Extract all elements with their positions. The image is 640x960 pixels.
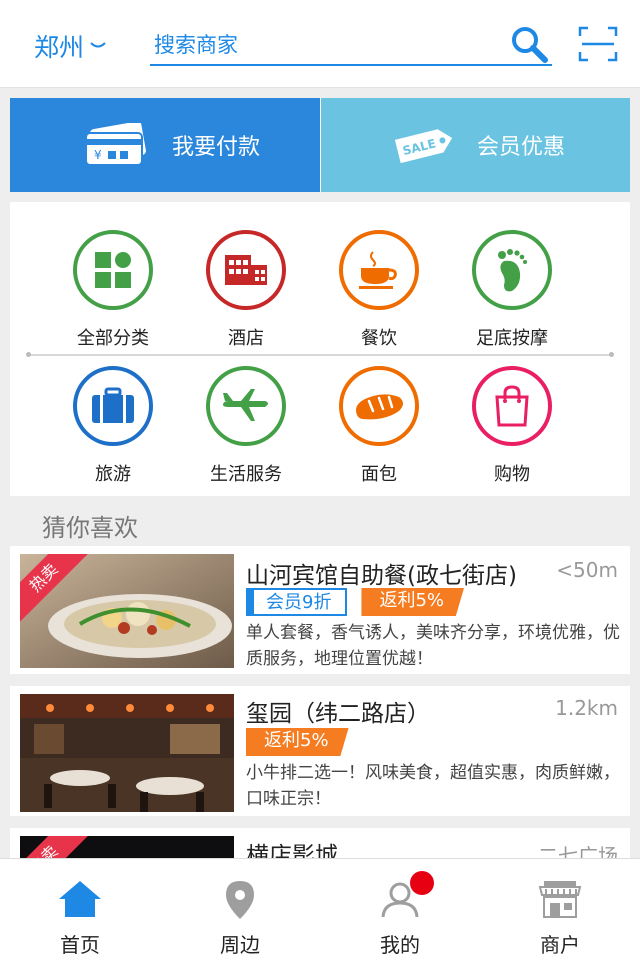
category-hotel[interactable]: 酒店 (181, 230, 311, 350)
category-label: 旅游 (95, 464, 131, 485)
list-item[interactable]: 玺园（纬二路店） 1.2km 返利5% 小牛排二选一！风味美食，超值实惠，肉质鲜… (10, 686, 630, 816)
tag-row: 会员9折 返利5% (246, 588, 465, 616)
shopping-bag-icon-circle (472, 366, 552, 446)
city-name: 郑州 (34, 33, 85, 62)
category-label: 餐饮 (361, 328, 397, 349)
restaurant-photo (20, 694, 234, 812)
nav-label: 商户 (540, 933, 580, 957)
notification-badge (410, 871, 434, 895)
category-bread[interactable]: 面包 (314, 366, 444, 486)
listing-name: 玺园（纬二路店） (246, 701, 430, 727)
restaurant-image (20, 694, 234, 812)
sale-tag-icon: SALE (394, 129, 453, 164)
food-photo: 热卖 (20, 554, 234, 668)
category-label: 足底按摩 (476, 328, 548, 349)
rebate-tag: 返利5% (361, 588, 465, 616)
section-title: 猜你喜欢 (42, 514, 138, 542)
category-divider (26, 352, 614, 357)
category-dining[interactable]: 餐饮 (314, 230, 444, 350)
location-pin-icon (226, 881, 254, 919)
chevron-down-icon (90, 42, 106, 48)
coffee-cup-icon (359, 251, 397, 289)
nav-home[interactable]: 首页 (0, 859, 160, 960)
nav-label: 我的 (380, 933, 420, 957)
coffee-cup-icon-circle (339, 230, 419, 310)
bread-icon (356, 394, 403, 420)
listing-distance: 1.2km (555, 696, 618, 720)
hotel-icon (225, 255, 267, 285)
search-icon[interactable] (508, 24, 550, 66)
category-label: 购物 (494, 464, 530, 485)
category-grid: 全部分类 酒店 餐饮 足底按摩 旅游 生活服务 面包 购物 (10, 202, 630, 496)
city-selector[interactable]: 郑州 (34, 28, 106, 64)
nav-merchant[interactable]: 商户 (480, 859, 640, 960)
top-bar: 郑州 (0, 0, 640, 88)
pay-label: 我要付款 (172, 135, 261, 160)
hotel-icon-circle (206, 230, 286, 310)
home-icon (59, 881, 101, 917)
nav-label: 周边 (220, 933, 260, 957)
nav-mine[interactable]: 我的 (320, 859, 480, 960)
svg-text:¥: ¥ (94, 148, 102, 162)
category-travel[interactable]: 旅游 (48, 366, 178, 486)
airplane-icon-circle (206, 366, 286, 446)
footprint-icon (498, 249, 527, 292)
bottom-nav: 首页 周边 我的 商户 (0, 858, 640, 960)
list-item[interactable]: 热卖 山河宾馆自助餐(政七街店) <50m 会员9折 返利5% 单人套餐，香气诱… (10, 546, 630, 674)
airplane-icon (223, 389, 268, 421)
nav-label: 首页 (60, 933, 100, 957)
category-label: 生活服务 (210, 464, 282, 485)
category-label: 面包 (361, 464, 397, 485)
scan-icon[interactable] (578, 26, 618, 62)
category-label: 全部分类 (77, 328, 149, 349)
member-discount-tag: 会员9折 (246, 588, 348, 616)
category-foot-massage[interactable]: 足底按摩 (447, 230, 577, 350)
bread-icon-circle (339, 366, 419, 446)
grid-icon (95, 252, 131, 288)
listing-distance: <50m (556, 558, 618, 582)
search-bar (150, 24, 552, 66)
category-shopping[interactable]: 购物 (447, 366, 577, 486)
promo-banners: ¥ 我要付款 SALE 会员优惠 (10, 98, 630, 192)
shopping-bag-icon (495, 385, 529, 427)
pay-button[interactable]: ¥ 我要付款 (10, 98, 320, 192)
category-label: 酒店 (228, 328, 264, 349)
listing-description: 单人套餐，香气诱人，美味齐分享，环境优雅，优质服务，地理位置优越！ (246, 623, 620, 669)
category-life-services[interactable]: 生活服务 (181, 366, 311, 486)
suitcase-icon-circle (73, 366, 153, 446)
member-discount-label: 会员优惠 (477, 135, 566, 160)
tag-row: 返利5% (246, 728, 349, 756)
member-discount-button[interactable]: SALE 会员优惠 (320, 98, 630, 192)
listing-name: 山河宾馆自助餐(政七街店) (246, 563, 517, 589)
listing-description: 小牛排二选一！风味美食，超值实惠，肉质鲜嫩，口味正宗！ (246, 763, 620, 809)
nav-nearby[interactable]: 周边 (160, 859, 320, 960)
category-all[interactable]: 全部分类 (48, 230, 178, 350)
footprint-icon-circle (472, 230, 552, 310)
search-input[interactable] (154, 28, 494, 62)
rebate-tag: 返利5% (246, 728, 349, 756)
storefront-icon (538, 881, 582, 918)
payment-card-icon: ¥ (85, 123, 146, 166)
suitcase-icon (92, 387, 134, 423)
grid-icon-circle (73, 230, 153, 310)
